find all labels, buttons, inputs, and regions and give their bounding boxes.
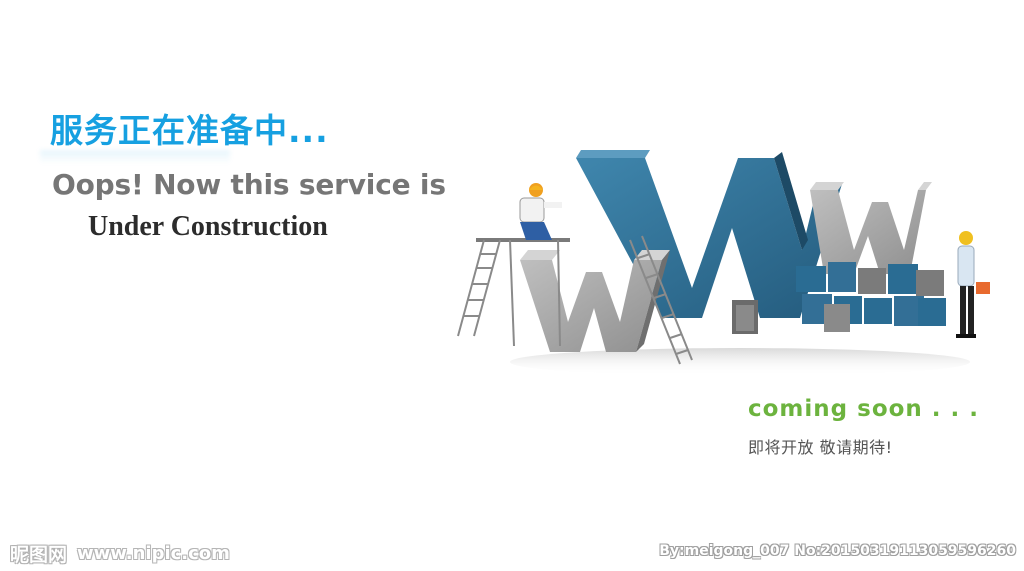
page-title: 服务正在准备中... (50, 111, 329, 150)
construction-message: Under Construction (88, 211, 328, 242)
blocks-icon (796, 262, 946, 332)
construction-illustration (457, 150, 990, 376)
worker-on-scaffold-icon (519, 183, 562, 240)
coming-soon-subtitle: 即将开放 敬请期待! (748, 438, 893, 457)
right-w-letter (810, 182, 932, 274)
watermark-left: 昵图网 www.nipic.com (10, 540, 230, 567)
watermark-site: www.nipic.com (77, 543, 230, 564)
oops-message: Oops! Now this service is (52, 168, 446, 201)
floor-shadow (510, 348, 970, 376)
left-w-letter (520, 250, 670, 352)
watermark-credit: By:meigong_007 No:20150319113059596260 (659, 543, 1016, 559)
watermark-logo: 昵图网 (10, 544, 68, 566)
engineer-with-toolbox-icon (956, 231, 990, 338)
coming-soon-text: coming soon . . . (748, 396, 980, 422)
title-reflection (40, 150, 230, 164)
